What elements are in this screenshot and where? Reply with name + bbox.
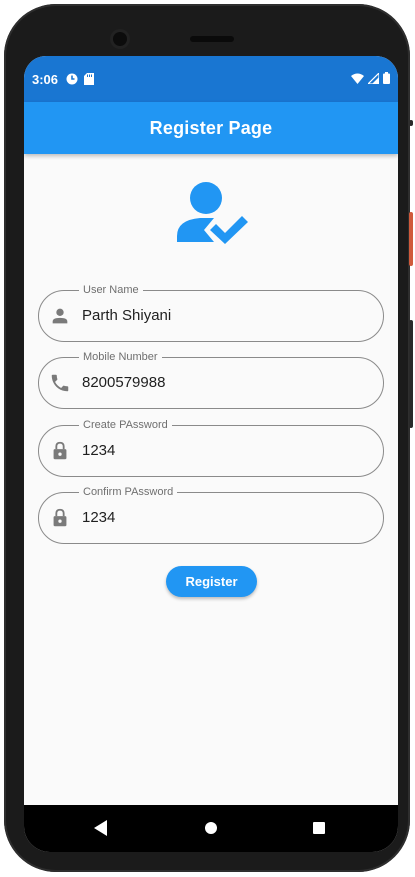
data-saver-icon bbox=[66, 73, 78, 85]
person-icon bbox=[52, 308, 68, 324]
system-nav-bar bbox=[24, 805, 398, 852]
notification-icons bbox=[66, 73, 94, 85]
app-screen: 3:06 Register Page User Name Parth Shiya… bbox=[24, 56, 398, 852]
user-name-label: User Name bbox=[79, 283, 143, 297]
system-status-icons bbox=[351, 72, 390, 84]
confirm-password-field[interactable]: Confirm PAssword 1234 bbox=[38, 485, 384, 544]
status-time: 3:06 bbox=[32, 72, 59, 87]
create-password-label: Create PAssword bbox=[79, 418, 172, 432]
person-check-icon bbox=[177, 182, 248, 244]
battery-icon bbox=[383, 72, 390, 84]
register-button[interactable]: Register bbox=[166, 566, 257, 597]
page-title: Register Page bbox=[149, 117, 273, 138]
home-circle-icon[interactable] bbox=[205, 822, 217, 834]
phone-frame: 3:06 Register Page User Name Parth Shiya… bbox=[4, 4, 410, 872]
sd-card-icon bbox=[84, 73, 94, 85]
front-camera bbox=[113, 32, 127, 46]
mobile-number-label: Mobile Number bbox=[79, 350, 162, 364]
user-name-field[interactable]: User Name Parth Shiyani bbox=[38, 283, 384, 342]
mobile-number-value[interactable]: 8200579988 bbox=[82, 374, 165, 392]
status-bar: 3:06 bbox=[24, 56, 398, 102]
recents-square-icon[interactable] bbox=[313, 822, 325, 834]
cell-signal-icon bbox=[368, 72, 379, 84]
user-name-value[interactable]: Parth Shiyani bbox=[82, 307, 171, 325]
power-button bbox=[409, 212, 413, 266]
mobile-number-field[interactable]: Mobile Number 8200579988 bbox=[38, 350, 384, 409]
create-password-field[interactable]: Create PAssword 1234 bbox=[38, 418, 384, 477]
app-bar: Register Page bbox=[24, 102, 398, 154]
create-password-value[interactable]: 1234 bbox=[82, 442, 115, 460]
earpiece-speaker bbox=[190, 36, 234, 42]
lock-icon bbox=[53, 508, 67, 527]
confirm-password-value[interactable]: 1234 bbox=[82, 509, 115, 527]
volume-button bbox=[409, 320, 413, 428]
lock-icon bbox=[53, 441, 67, 460]
confirm-password-label: Confirm PAssword bbox=[79, 485, 178, 499]
back-triangle-icon[interactable] bbox=[94, 820, 108, 836]
phone-icon bbox=[51, 374, 69, 392]
wifi-icon bbox=[351, 73, 364, 84]
